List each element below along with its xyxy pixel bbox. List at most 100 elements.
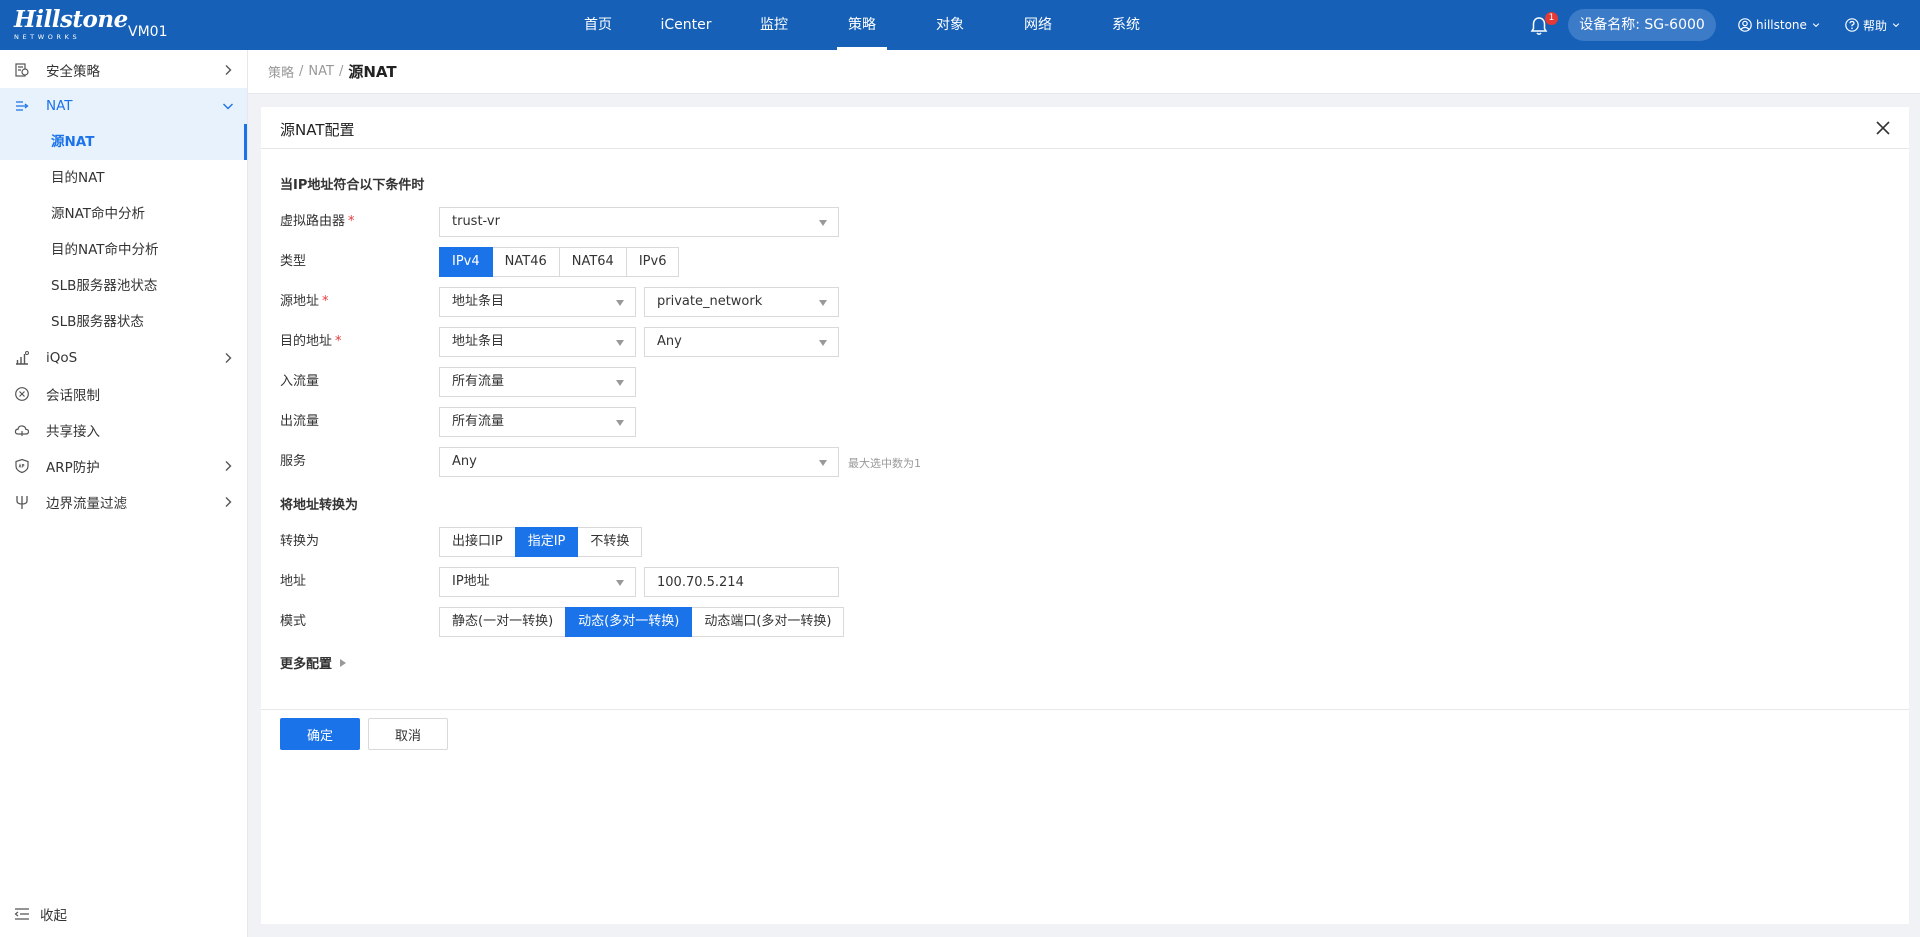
sidebar-item-nat[interactable]: NAT [0,88,247,124]
convert-option-egress-ip[interactable]: 出接口IP [439,527,516,557]
convert-option-specified-ip[interactable]: 指定IP [514,527,579,557]
ingress-label: 入流量 [280,374,320,389]
sidebar-item-iqos[interactable]: iQoS [0,340,247,376]
logo-subtext: NETWORKS [14,33,81,41]
caret-down-icon [616,300,624,306]
nav-monitor[interactable]: 监控 [730,0,818,50]
username: hillstone [1756,18,1807,32]
vrouter-select[interactable]: trust-vr [439,207,839,237]
sidebar-sub-slb-server-status[interactable]: SLB服务器状态 [0,304,247,340]
chevron-right-icon [225,461,232,471]
dst-address-type-value: 地址条目 [452,334,505,349]
nav-home[interactable]: 首页 [554,0,642,50]
sidebar-sub-dest-nat[interactable]: 目的NAT [0,160,247,196]
question-icon [1845,18,1859,32]
caret-down-icon [616,580,624,586]
sidebar-item-label: iQoS [46,350,78,366]
sidebar-sub-dest-nat-hit[interactable]: 目的NAT命中分析 [0,232,247,268]
address-type-value: IP地址 [452,574,490,589]
caret-down-icon [819,340,827,346]
sidebar-sub-source-nat[interactable]: 源NAT [0,124,247,160]
ip-address-input[interactable] [644,567,839,597]
ingress-select[interactable]: 所有流量 [439,367,636,397]
nat-icon [16,101,29,111]
top-bar: Hillstone NETWORKS VM01 首页 iCenter 监控 策略… [0,0,1920,50]
arp-shield-icon [15,458,29,474]
type-label: 类型 [280,254,307,269]
sidebar-sub-slb-pool-status[interactable]: SLB服务器池状态 [0,268,247,304]
user-menu[interactable]: hillstone [1738,0,1821,50]
help-label: 帮助 [1863,18,1888,33]
egress-select[interactable]: 所有流量 [439,407,636,437]
confirm-button[interactable]: 确定 [280,718,360,750]
breadcrumb-nat[interactable]: NAT [308,64,334,79]
src-address-label-text: 源地址 [280,294,320,309]
address-label: 地址 [280,574,307,589]
cancel-button[interactable]: 取消 [368,718,448,750]
nav-object[interactable]: 对象 [906,0,994,50]
dst-address-value: Any [657,334,682,349]
src-address-select[interactable]: private_network [644,287,839,317]
cloud-icon [14,425,30,436]
breadcrumb-policy[interactable]: 策略 [268,62,294,81]
caret-down-icon [819,460,827,466]
convert-segmented: 出接口IP 指定IP 不转换 [439,527,643,557]
nav-network[interactable]: 网络 [994,0,1082,50]
service-value: Any [452,454,477,469]
breadcrumb-current: 源NAT [348,63,397,81]
sidebar-item-shared-access[interactable]: 共享接入 [0,412,247,448]
sidebar-item-label: 会话限制 [46,388,100,404]
caret-down-icon [819,220,827,226]
dst-address-select[interactable]: Any [644,327,839,357]
security-policy-icon [15,63,29,77]
collapse-sidebar-button[interactable]: 收起 [14,904,67,924]
convert-option-no-translate[interactable]: 不转换 [577,527,643,557]
sidebar-item-label: ARP防护 [46,460,100,476]
nav-icenter[interactable]: iCenter [642,0,730,50]
address-type-select[interactable]: IP地址 [439,567,636,597]
hillstone-logo[interactable]: Hillstone NETWORKS [14,6,128,42]
service-select[interactable]: Any [439,447,839,477]
nav-policy[interactable]: 策略 [818,0,906,50]
device-name-pill: 设备名称: SG-6000 [1568,9,1716,41]
mode-segmented: 静态(一对一转换) 动态(多对一转换) 动态端口(多对一转换) [439,607,845,637]
type-option-ipv4[interactable]: IPv4 [439,247,493,277]
nav-system[interactable]: 系统 [1082,0,1170,50]
more-config-toggle[interactable]: 更多配置 [280,653,347,672]
caret-right-icon [340,658,347,667]
breadcrumb: 策略 / NAT / 源NAT [248,50,1920,94]
service-label: 服务 [280,454,307,469]
mode-option-dynamic[interactable]: 动态(多对一转换) [565,607,693,637]
caret-down-icon [616,420,624,426]
convert-label: 转换为 [280,534,320,549]
sidebar-item-border-traffic-filter[interactable]: 边界流量过滤 [0,484,247,520]
type-option-nat64[interactable]: NAT64 [558,247,627,277]
help-menu[interactable]: 帮助 [1845,0,1901,50]
sidebar-item-security-policy[interactable]: 安全策略 [0,52,247,88]
egress-label: 出流量 [280,414,320,429]
logo-text: Hillstone [14,6,128,33]
panel-header: 源NAT配置 [261,107,1909,149]
caret-down-icon [616,380,624,386]
type-option-nat46[interactable]: NAT46 [491,247,560,277]
section-match-conditions: 当IP地址符合以下条件时 [280,178,425,193]
src-address-type-select[interactable]: 地址条目 [439,287,636,317]
sidebar-sub-source-nat-hit[interactable]: 源NAT命中分析 [0,196,247,232]
sidebar-item-label: 边界流量过滤 [46,496,127,512]
chevron-right-icon [225,353,232,363]
src-address-label: 源地址 * [280,287,329,317]
collapse-menu-icon [14,908,29,920]
main-nav: 首页 iCenter 监控 策略 对象 网络 系统 [554,0,1170,50]
mode-option-dynamic-port[interactable]: 动态端口(多对一转换) [691,607,845,637]
mode-option-static[interactable]: 静态(一对一转换) [439,607,567,637]
device-label: VM01 [128,24,168,40]
service-hint: 最大选中数为1 [848,457,921,470]
dst-address-type-select[interactable]: 地址条目 [439,327,636,357]
sidebar-item-arp-protection[interactable]: ARP防护 [0,448,247,484]
close-icon[interactable] [1875,120,1891,136]
src-address-value: private_network [657,294,763,309]
sidebar-item-session-limit[interactable]: 会话限制 [0,376,247,412]
section-translate-to: 将地址转换为 [280,498,359,513]
chevron-down-icon [1892,23,1900,28]
type-option-ipv6[interactable]: IPv6 [625,247,680,277]
